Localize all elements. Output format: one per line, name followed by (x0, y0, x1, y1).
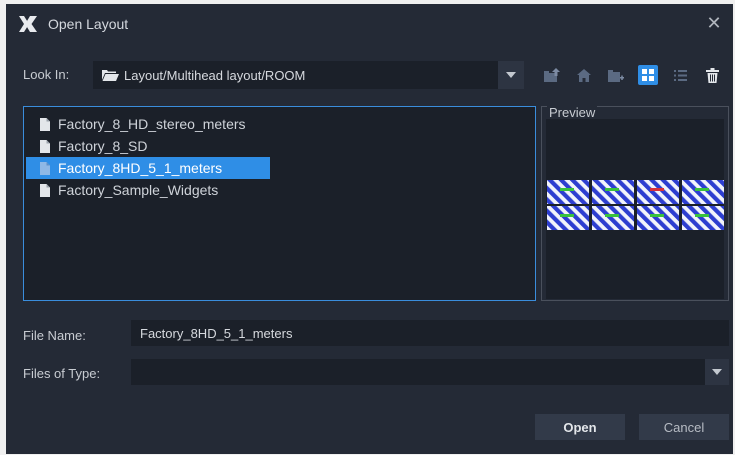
close-icon: ✕ (706, 12, 722, 33)
list-item[interactable]: Factory_Sample_Widgets (26, 179, 270, 201)
list-item[interactable]: Factory_8_SD (26, 135, 270, 157)
close-button[interactable]: ✕ (703, 12, 725, 34)
file-name-label: Factory_Sample_Widgets (58, 182, 219, 198)
file-toolbar (542, 64, 734, 86)
grid-view-icon (642, 69, 654, 81)
file-list[interactable]: Factory_8_HD_stereo_meters Factory_8_SD … (23, 106, 536, 301)
file-name-field[interactable]: Factory_8HD_5_1_meters (131, 320, 729, 346)
look-in-path: Layout/Multihead layout/ROOM (124, 67, 306, 83)
file-name-label: Factory_8_SD (58, 138, 148, 154)
preview-frame (546, 119, 724, 299)
preview-label: Preview (547, 105, 598, 120)
document-icon (40, 117, 50, 131)
file-name-label: Factory_8HD_5_1_meters (58, 160, 223, 176)
look-in-label: Look In: (23, 67, 70, 82)
look-in-dropdown-button[interactable] (498, 61, 524, 89)
list-item[interactable]: Factory_8_HD_stereo_meters (26, 113, 270, 135)
open-button[interactable]: Open (535, 414, 625, 440)
look-in-combobox[interactable]: Layout/Multihead layout/ROOM (93, 61, 524, 89)
file-name-label: Factory_8_HD_stereo_meters (58, 116, 246, 132)
new-folder-icon (608, 69, 624, 82)
grid-view-button[interactable] (638, 65, 658, 85)
folder-open-icon (102, 70, 119, 81)
dialog-title: Open Layout (48, 16, 129, 32)
document-icon (40, 183, 50, 197)
open-layout-dialog: Open Layout ✕ Look In: Layout/Multihead … (6, 4, 733, 454)
chevron-down-icon (506, 72, 516, 78)
files-of-type-combobox[interactable] (131, 359, 729, 385)
title-bar: Open Layout ✕ (6, 4, 733, 44)
files-of-type-label: Files of Type: (23, 366, 101, 381)
list-view-icon (673, 69, 687, 81)
cancel-button[interactable]: Cancel (639, 414, 729, 440)
up-folder-button[interactable] (542, 65, 562, 85)
delete-icon (705, 67, 719, 83)
app-x-logo-icon (19, 16, 37, 32)
list-item-selected[interactable]: Factory_8HD_5_1_meters (26, 157, 270, 179)
files-of-type-dropdown-button[interactable] (705, 359, 729, 385)
delete-button[interactable] (702, 65, 722, 85)
preview-panel: Preview (541, 105, 729, 301)
file-name-value: Factory_8HD_5_1_meters (140, 325, 293, 341)
new-folder-button[interactable] (606, 65, 626, 85)
list-view-button[interactable] (670, 65, 690, 85)
home-button[interactable] (574, 65, 594, 85)
chevron-down-icon (712, 369, 722, 375)
home-icon (577, 68, 591, 82)
layout-thumbnail-image (547, 180, 724, 230)
file-name-field-label: File Name: (23, 328, 86, 343)
up-folder-icon (544, 68, 560, 82)
document-icon (40, 139, 50, 153)
document-icon (40, 161, 50, 175)
